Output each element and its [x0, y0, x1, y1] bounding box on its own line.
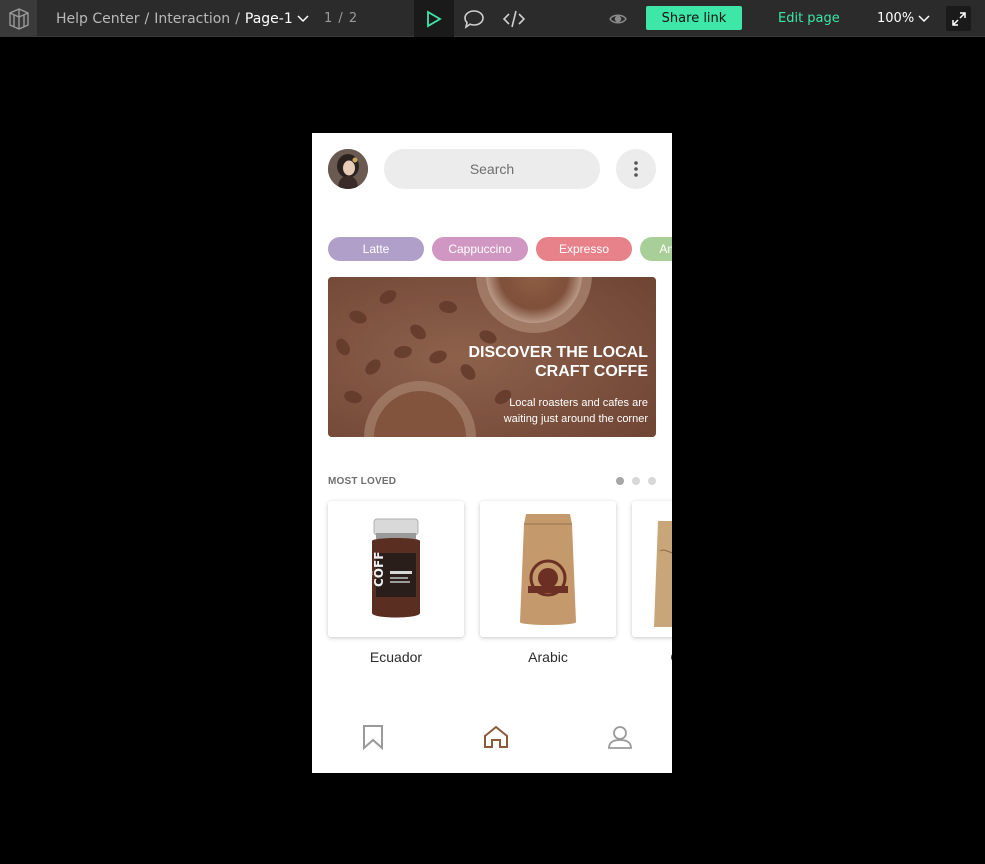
home-icon [484, 725, 508, 748]
chevron-down-icon [918, 14, 930, 23]
play-button[interactable] [414, 0, 454, 37]
coffee-jar-image: CÖFF [371, 518, 420, 618]
more-vertical-icon [634, 161, 638, 177]
eye-icon[interactable] [606, 0, 630, 37]
app-logo-icon[interactable] [0, 0, 37, 37]
prototype-screen: Search Latte Cappuccino Expresso America… [312, 133, 672, 773]
carousel-dot-3[interactable] [648, 477, 656, 485]
product-card-ecuador[interactable]: CÖFF [328, 501, 464, 637]
share-link-button[interactable]: Share link [646, 6, 742, 30]
product-name: Colombia [632, 649, 672, 665]
promo-banner[interactable]: DISCOVER THE LOCAL CRAFT COFFE Local roa… [328, 277, 656, 437]
chip-americano[interactable]: Americano [640, 237, 672, 261]
edit-page-link[interactable]: Edit page [778, 0, 840, 37]
section-title-most-loved: MOST LOVED [328, 476, 397, 487]
product-name: Ecuador [369, 649, 423, 665]
code-icon [503, 10, 525, 27]
chip-cappuccino[interactable]: Cappuccino [432, 237, 528, 261]
bookmark-icon [363, 725, 383, 750]
breadcrumb-item-interaction[interactable]: Interaction [154, 11, 230, 27]
fullscreen-button[interactable] [946, 6, 971, 31]
banner-subtitle: Local roasters and cafes are waiting jus… [503, 397, 648, 425]
breadcrumb-current-page[interactable]: Page-1 [245, 11, 293, 27]
nav-profile[interactable] [600, 723, 640, 751]
chip-latte[interactable]: Latte [328, 237, 424, 261]
breadcrumb-separator: / [144, 10, 150, 27]
chip-expresso[interactable]: Expresso [536, 237, 632, 261]
svg-text:CÖFF: CÖFF [371, 552, 386, 587]
product-card-colombia[interactable] [632, 501, 672, 637]
nav-saved[interactable] [353, 723, 393, 751]
zoom-select[interactable]: 100% [877, 0, 930, 37]
product-name: Arabic [528, 649, 568, 665]
chevron-down-icon[interactable] [297, 14, 309, 23]
avatar[interactable] [328, 149, 368, 189]
carousel-dot-1[interactable] [616, 477, 624, 485]
coffee-bag-image [520, 514, 576, 625]
category-chips: Latte Cappuccino Expresso Americano [328, 237, 672, 261]
comment-icon [464, 9, 484, 29]
comment-button[interactable] [454, 0, 494, 37]
breadcrumb-item-help-center[interactable]: Help Center [56, 11, 140, 27]
carousel-dot-2[interactable] [632, 477, 640, 485]
play-icon [427, 9, 442, 28]
breadcrumb-separator: / [235, 10, 240, 27]
zoom-value: 100% [877, 11, 915, 26]
nav-home[interactable] [476, 723, 516, 751]
top-toolbar: Help Center / Interaction / Page-1 1 / 2… [0, 0, 985, 37]
expand-icon [951, 11, 966, 26]
page-counter: 1 / 2 [324, 11, 359, 26]
code-button[interactable] [494, 0, 534, 37]
banner-title: DISCOVER THE LOCAL CRAFT COFFE [468, 344, 648, 380]
coffee-bag-image [654, 521, 672, 627]
product-card-arabic[interactable] [480, 501, 616, 637]
user-icon [608, 726, 632, 749]
more-options-button[interactable] [616, 149, 656, 189]
breadcrumb: Help Center / Interaction / Page-1 [56, 0, 309, 37]
search-input[interactable]: Search [384, 149, 600, 189]
